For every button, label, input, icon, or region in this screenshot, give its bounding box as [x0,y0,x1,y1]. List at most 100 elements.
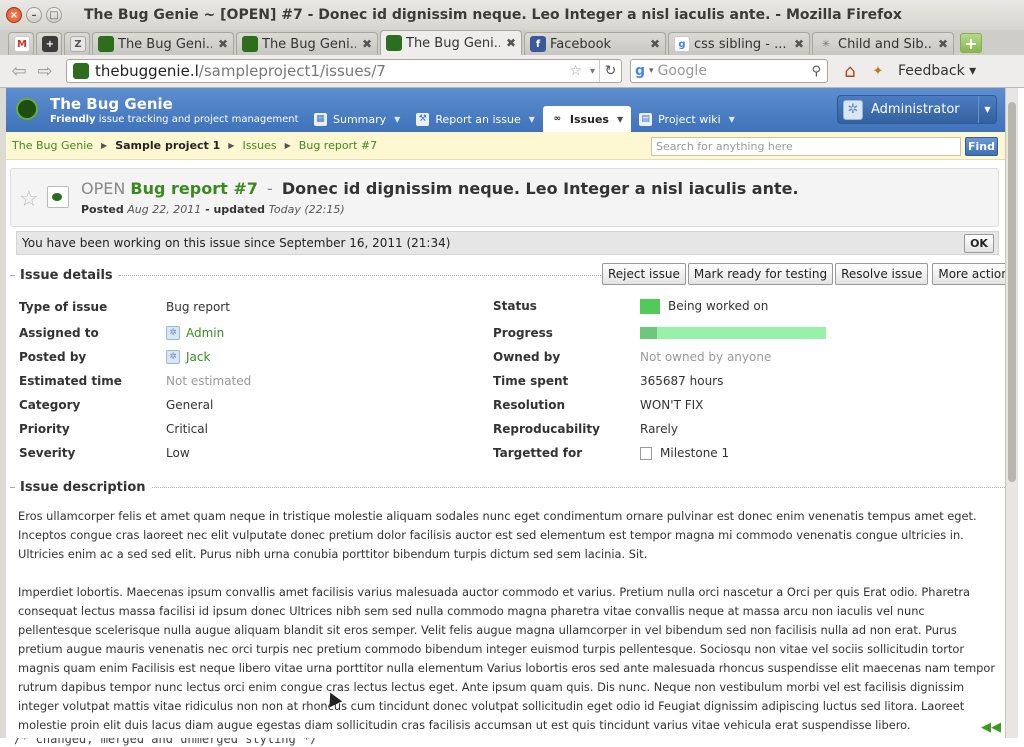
bug-genie-icon [386,35,402,51]
google-search-engine-icon[interactable]: g [635,63,645,79]
breadcrumb-home[interactable]: The Bug Genie [12,139,93,152]
user-menu[interactable]: ✲ Administrator ▼ [837,95,997,124]
feedback-button[interactable]: Feedback ▾ [898,63,976,79]
home-icon[interactable]: ⌂ [838,59,862,83]
background-editor-strip: /* changed, merged and unmerged styling … [0,738,1024,747]
window-minimize-button[interactable]: – [26,7,42,23]
window-close-button[interactable]: × [6,7,22,23]
detail-value-milestone[interactable]: Milestone 1 [640,446,729,460]
menu-project-wiki[interactable]: ▤ Project wiki ▼ [631,106,743,132]
feedback-label: Feedback [898,63,965,79]
quicksearch-input[interactable] [651,137,961,156]
tab-facebook[interactable]: f Facebook ✖ [524,32,666,55]
chevron-down-icon[interactable]: ▼ [617,115,623,124]
chevron-down-icon[interactable]: ▼ [394,115,400,124]
breadcrumb-issues[interactable]: Issues [242,139,276,152]
url-bar[interactable]: thebuggenie.l/sampleproject1/issues/7 ☆ … [66,59,622,83]
more-actions-button[interactable]: More actions [932,263,1005,285]
detail-assigned-to: Assigned to ✲ Admin [19,324,479,342]
search-engine-dropdown-icon[interactable]: ▾ [649,66,654,76]
favourite-star-icon[interactable]: ☆ [19,187,39,212]
app-title[interactable]: The Bug Genie [50,95,173,113]
web-search-placeholder: Google [657,63,707,79]
new-tab-button[interactable]: + [960,33,982,53]
chevron-down-icon[interactable]: ▼ [729,115,735,124]
tab-child-sibling[interactable]: ✳ Child and Sib... ✖ [812,32,954,55]
progress-bar[interactable] [640,327,826,339]
detail-value[interactable]: Low [166,446,190,460]
posted-label: Posted [81,203,124,216]
site-identity-icon[interactable] [73,63,89,79]
detail-label: Posted by [19,350,87,364]
window-maximize-button[interactable]: □ [46,7,62,23]
tab-css-sibling[interactable]: g css sibling - ... ✖ [668,32,810,55]
close-tab-icon[interactable]: ✖ [650,37,660,51]
search-icon[interactable]: ⚲ [811,64,827,79]
tab-z[interactable]: Z [64,32,90,55]
scrollbar-thumb[interactable] [1008,102,1016,482]
detail-label: Status [493,299,537,313]
close-tab-icon[interactable]: ✖ [794,37,804,51]
menu-summary[interactable]: ▦ Summary ▼ [306,106,408,132]
tab-bug-genie-1[interactable]: The Bug Geni... ✖ [92,32,234,55]
breadcrumb-project[interactable]: Sample project 1 [115,139,220,152]
detail-value-assignee[interactable]: ✲ Admin [166,326,224,340]
tab-bug-genie-2[interactable]: The Bug Geni... ✖ [236,32,378,55]
user-avatar-icon: ✲ [843,99,863,120]
find-button[interactable]: Find [965,137,998,156]
breadcrumb-separator-icon: ▶ [228,141,235,150]
web-search-bar[interactable]: g ▾ Google ⚲ [630,59,828,83]
menu-report-issue[interactable]: ⚒ Report an issue ▼ [408,106,543,132]
close-tab-icon[interactable]: ✖ [362,37,372,51]
detail-value[interactable]: Rarely [640,422,678,436]
detail-value[interactable]: Not estimated [166,374,251,388]
user-name: Administrator [871,102,960,117]
detail-value-poster[interactable]: ✲ Jack [166,350,210,364]
detail-value[interactable]: Bug report [166,300,230,314]
close-tab-icon[interactable]: ✖ [506,36,516,50]
resolve-issue-button[interactable]: Resolve issue [835,263,929,285]
bug-genie-logo-icon[interactable] [16,98,38,120]
detail-value[interactable]: Critical [166,422,208,436]
project-menu: ▦ Summary ▼ ⚒ Report an issue ▼ ∞ Issues… [306,106,743,132]
detail-value[interactable]: Not owned by anyone [640,350,771,364]
bug-genie-icon [98,36,114,52]
ok-button[interactable]: OK [964,234,994,253]
detail-label: Severity [19,446,76,460]
tab-pinned-plus[interactable]: + [36,32,62,55]
url-path: /sampleproject1/issues/7 [198,62,386,80]
page-scrollbar[interactable] [1005,88,1018,738]
detail-value[interactable]: General [166,398,213,412]
breadcrumb-separator-icon: ▶ [101,141,108,150]
issue-subject[interactable]: Donec id dignissim neque. Leo Integer a … [282,179,799,198]
tagline-rest: issue tracking and project management [95,114,299,125]
menu-issues[interactable]: ∞ Issues ▼ [542,106,632,132]
back-arrow-icon[interactable]: ⇦ [6,59,32,83]
tab-bug-genie-active[interactable]: The Bug Geni... ✖ [380,30,522,55]
issue-posted-info: Posted Aug 22, 2011 - updated Today (22:… [81,203,345,216]
chevron-down-icon[interactable]: ▼ [529,115,535,124]
updated-date: Today (22:15) [268,203,345,216]
issue-header: ☆ OPEN Bug report #7 - Donec id dignissi… [10,168,999,227]
url-history-dropdown-icon[interactable]: ▾ [586,66,599,77]
detail-value-status[interactable]: Being worked on [640,298,769,314]
status-text: Being worked on [668,299,769,313]
extension-icon[interactable]: ✦ [868,61,888,81]
detail-value[interactable]: WON'T FIX [640,398,703,412]
reject-issue-button[interactable]: Reject issue [602,263,686,285]
detail-value[interactable]: 365687 hours [640,374,723,388]
close-tab-icon[interactable]: ✖ [938,37,948,51]
mark-ready-for-testing-button[interactable]: Mark ready for testing [687,263,834,285]
bookmark-star-icon[interactable]: ☆ [565,63,586,79]
issue-number-link[interactable]: Bug report #7 [130,179,257,198]
user-avatar-icon: ✲ [166,350,180,364]
menu-summary-label: Summary [333,112,387,126]
tab-gmail[interactable]: M [8,32,34,55]
reload-icon[interactable]: ↻ [599,60,621,82]
breadcrumb-current-issue[interactable]: Bug report #7 [299,139,377,152]
chevron-down-icon[interactable]: ▼ [978,96,996,123]
forward-arrow-icon[interactable]: ⇨ [32,59,58,83]
rewind-icon[interactable]: ◀◀ [981,720,1001,735]
issue-description: Eros ullamcorper felis et amet quam nequ… [18,507,996,738]
close-tab-icon[interactable]: ✖ [218,37,228,51]
